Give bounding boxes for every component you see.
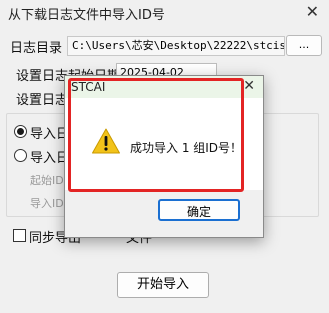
dialog-close-icon[interactable]: ✕ [243, 78, 255, 94]
radio-import-1[interactable] [14, 125, 27, 138]
log-dir-field[interactable]: C:\Users\芯安\Desktop\22222\stcisp [67, 36, 285, 56]
message-dialog: STCAI ✕ 成功导入 1 组ID号！ 确定 [64, 75, 264, 238]
dialog-title: STCAI [71, 80, 106, 94]
start-import-button[interactable]: 开始导入 [117, 272, 209, 298]
warning-icon [92, 128, 120, 154]
dialog-footer: 确定 [65, 190, 263, 237]
ok-button[interactable]: 确定 [158, 199, 240, 221]
end-date-label: 设置日志 [16, 93, 69, 108]
import-id-label: 导入ID [30, 197, 64, 210]
dialog-message: 成功导入 1 组ID号！ [130, 141, 243, 155]
dialog-title-bar: STCAI ✕ [65, 76, 263, 98]
main-title-bar: 从下载日志文件中导入ID号 ✕ [0, 0, 329, 26]
start-id-label: 起始ID [30, 174, 64, 187]
sync-checkbox[interactable] [13, 229, 26, 242]
log-dir-label: 日志目录 [10, 41, 63, 56]
radio-import-2[interactable] [14, 149, 27, 162]
dialog-body: 成功导入 1 组ID号！ [65, 98, 263, 190]
close-icon[interactable]: ✕ [306, 2, 319, 21]
window-title: 从下载日志文件中导入ID号 [8, 8, 165, 23]
browse-button[interactable]: ... [286, 35, 322, 56]
